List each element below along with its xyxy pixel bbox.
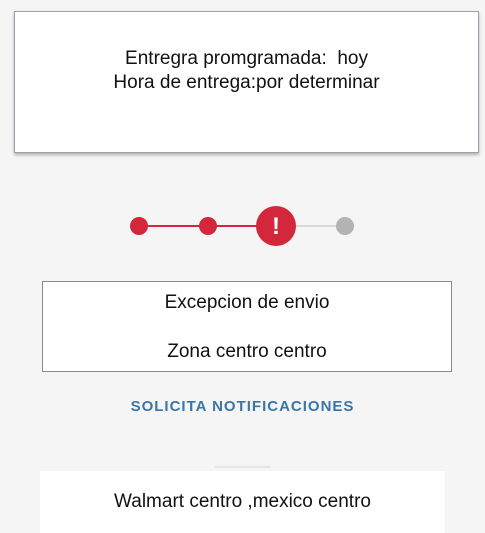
scheduled-delivery-text: Entregra promgramada: hoy <box>125 48 368 69</box>
store-location-text: Walmart centro ,mexico centro <box>114 491 371 512</box>
exception-alert-glyph: ! <box>272 213 280 240</box>
step-dot-pending <box>336 217 354 235</box>
exception-title: Excepcion de envio <box>164 292 330 313</box>
divider <box>215 466 271 468</box>
step-dot-completed-1 <box>130 217 148 235</box>
shipment-progress-tracker: ! <box>120 201 370 253</box>
shipping-exception-box: Excepcion de envio Zona centro centro <box>42 281 452 372</box>
delivery-time-text: Hora de entrega:por determinar <box>113 72 380 93</box>
delivery-info-card: Entregra promgramada: hoy Hora de entreg… <box>14 11 479 153</box>
progress-tracker-graphic: ! <box>130 206 354 246</box>
step-dot-completed-2 <box>199 217 217 235</box>
exception-zone: Zona centro centro <box>167 341 327 362</box>
request-notifications-link[interactable]: SOLICITA NOTIFICACIONES <box>0 398 485 415</box>
store-card: Walmart centro ,mexico centro <box>40 471 445 533</box>
